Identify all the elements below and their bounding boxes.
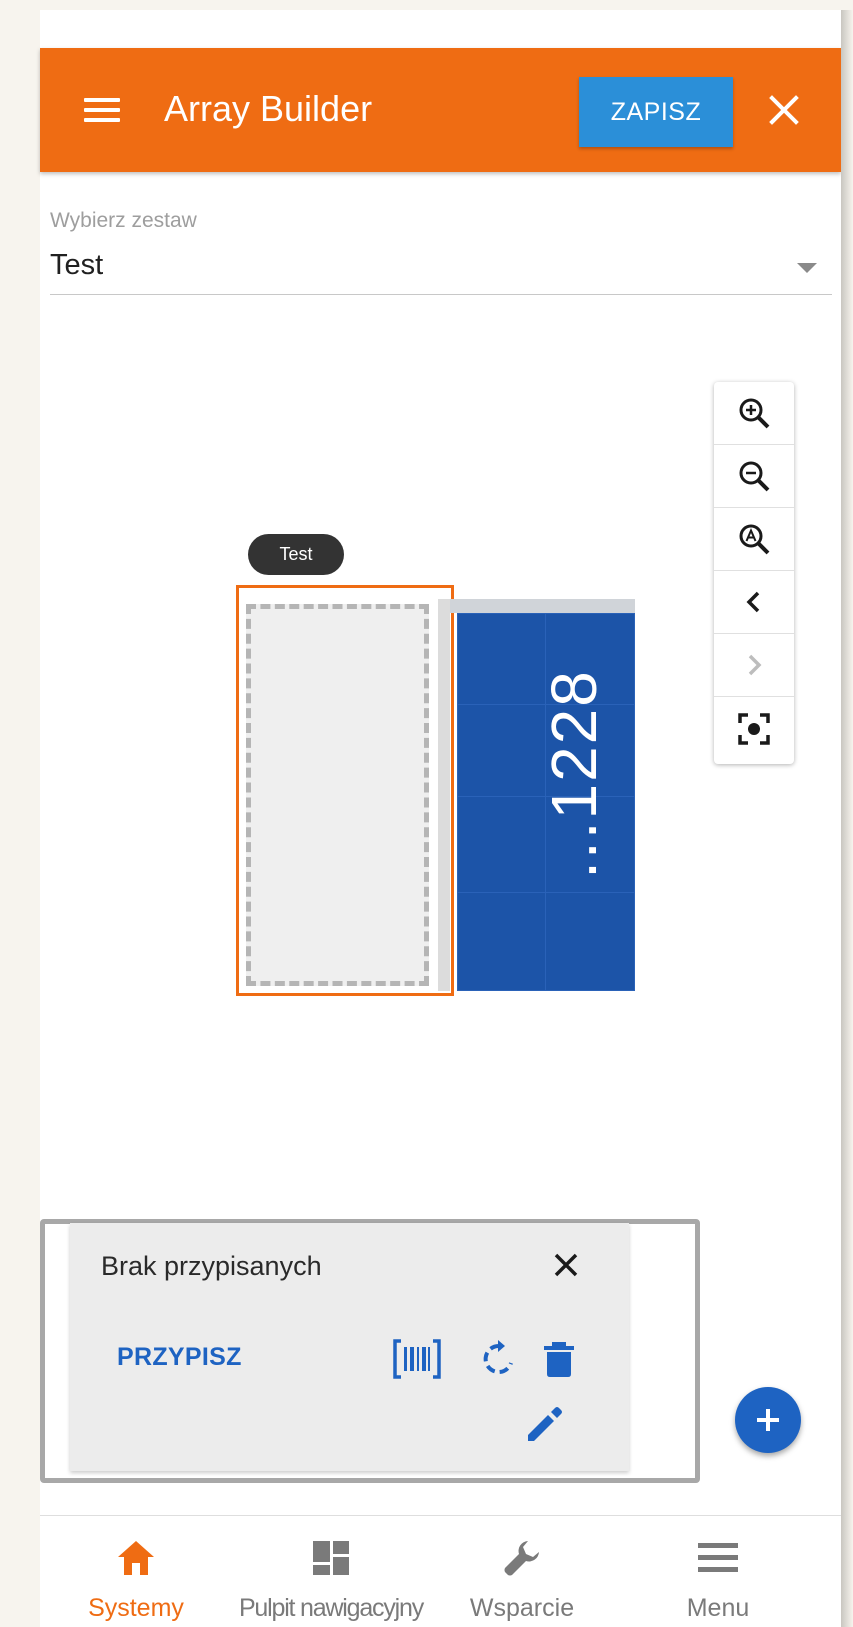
zoom-toolbar xyxy=(714,382,794,764)
hamburger-menu-icon[interactable] xyxy=(84,98,120,122)
center-focus-icon[interactable] xyxy=(714,697,794,760)
assign-button[interactable]: PRZYPISZ xyxy=(117,1343,242,1372)
page-title: Array Builder xyxy=(164,88,373,129)
slot-separator xyxy=(438,599,450,991)
app-bar: Array Builder ZAPISZ xyxy=(40,48,841,172)
delete-icon[interactable] xyxy=(537,1337,581,1381)
nav-label: Menu xyxy=(686,1594,750,1622)
close-icon[interactable] xyxy=(762,88,806,132)
chevron-right-icon[interactable] xyxy=(714,634,794,697)
zoom-auto-icon[interactable] xyxy=(714,508,794,571)
chevron-left-icon[interactable] xyxy=(714,571,794,634)
nav-dashboard[interactable]: Pulpit nawigacyjny xyxy=(231,1516,431,1627)
array-label: ...1228 xyxy=(538,669,610,879)
array-top-edge xyxy=(450,599,635,613)
rotate-icon[interactable] xyxy=(476,1337,520,1381)
zoom-out-icon[interactable] xyxy=(714,445,794,508)
add-button[interactable] xyxy=(735,1387,801,1453)
bottom-navigation: Systemy Pulpit nawigacyjny Wsparcie Menu xyxy=(40,1515,841,1627)
barcode-scan-icon[interactable] xyxy=(390,1337,444,1381)
save-button[interactable]: ZAPISZ xyxy=(579,77,733,147)
assignment-panel: Brak przypisanych PRZYPISZ xyxy=(70,1223,629,1471)
array-tooltip: Test xyxy=(248,534,344,575)
select-underline xyxy=(50,294,832,295)
edit-pencil-icon[interactable] xyxy=(522,1403,566,1447)
menu-icon xyxy=(696,1536,740,1580)
home-icon xyxy=(114,1536,158,1580)
nav-label: Pulpit nawigacyjny xyxy=(238,1594,424,1622)
nav-label: Systemy xyxy=(88,1594,184,1622)
panel-title: Brak przypisanych xyxy=(101,1251,322,1281)
app-screen: Array Builder ZAPISZ Wybierz zestaw Test… xyxy=(40,10,841,1627)
nav-systems[interactable]: Systemy xyxy=(81,1516,191,1627)
zoom-in-icon[interactable] xyxy=(714,382,794,445)
screen-edge-shadow xyxy=(841,10,853,1627)
nav-label: Wsparcie xyxy=(469,1594,575,1622)
nav-support[interactable]: Wsparcie xyxy=(462,1516,582,1627)
panel-close-icon[interactable] xyxy=(548,1247,584,1283)
nav-menu[interactable]: Menu xyxy=(668,1516,768,1627)
array-label-container: ...1228 xyxy=(458,613,634,991)
plus-icon xyxy=(757,1409,779,1431)
dashboard-icon xyxy=(309,1536,353,1580)
wrench-icon xyxy=(500,1536,544,1580)
set-select[interactable]: Test xyxy=(50,249,103,282)
empty-slot[interactable] xyxy=(246,604,429,986)
dropdown-arrow-icon[interactable] xyxy=(797,263,817,273)
set-select-label: Wybierz zestaw xyxy=(50,209,197,232)
